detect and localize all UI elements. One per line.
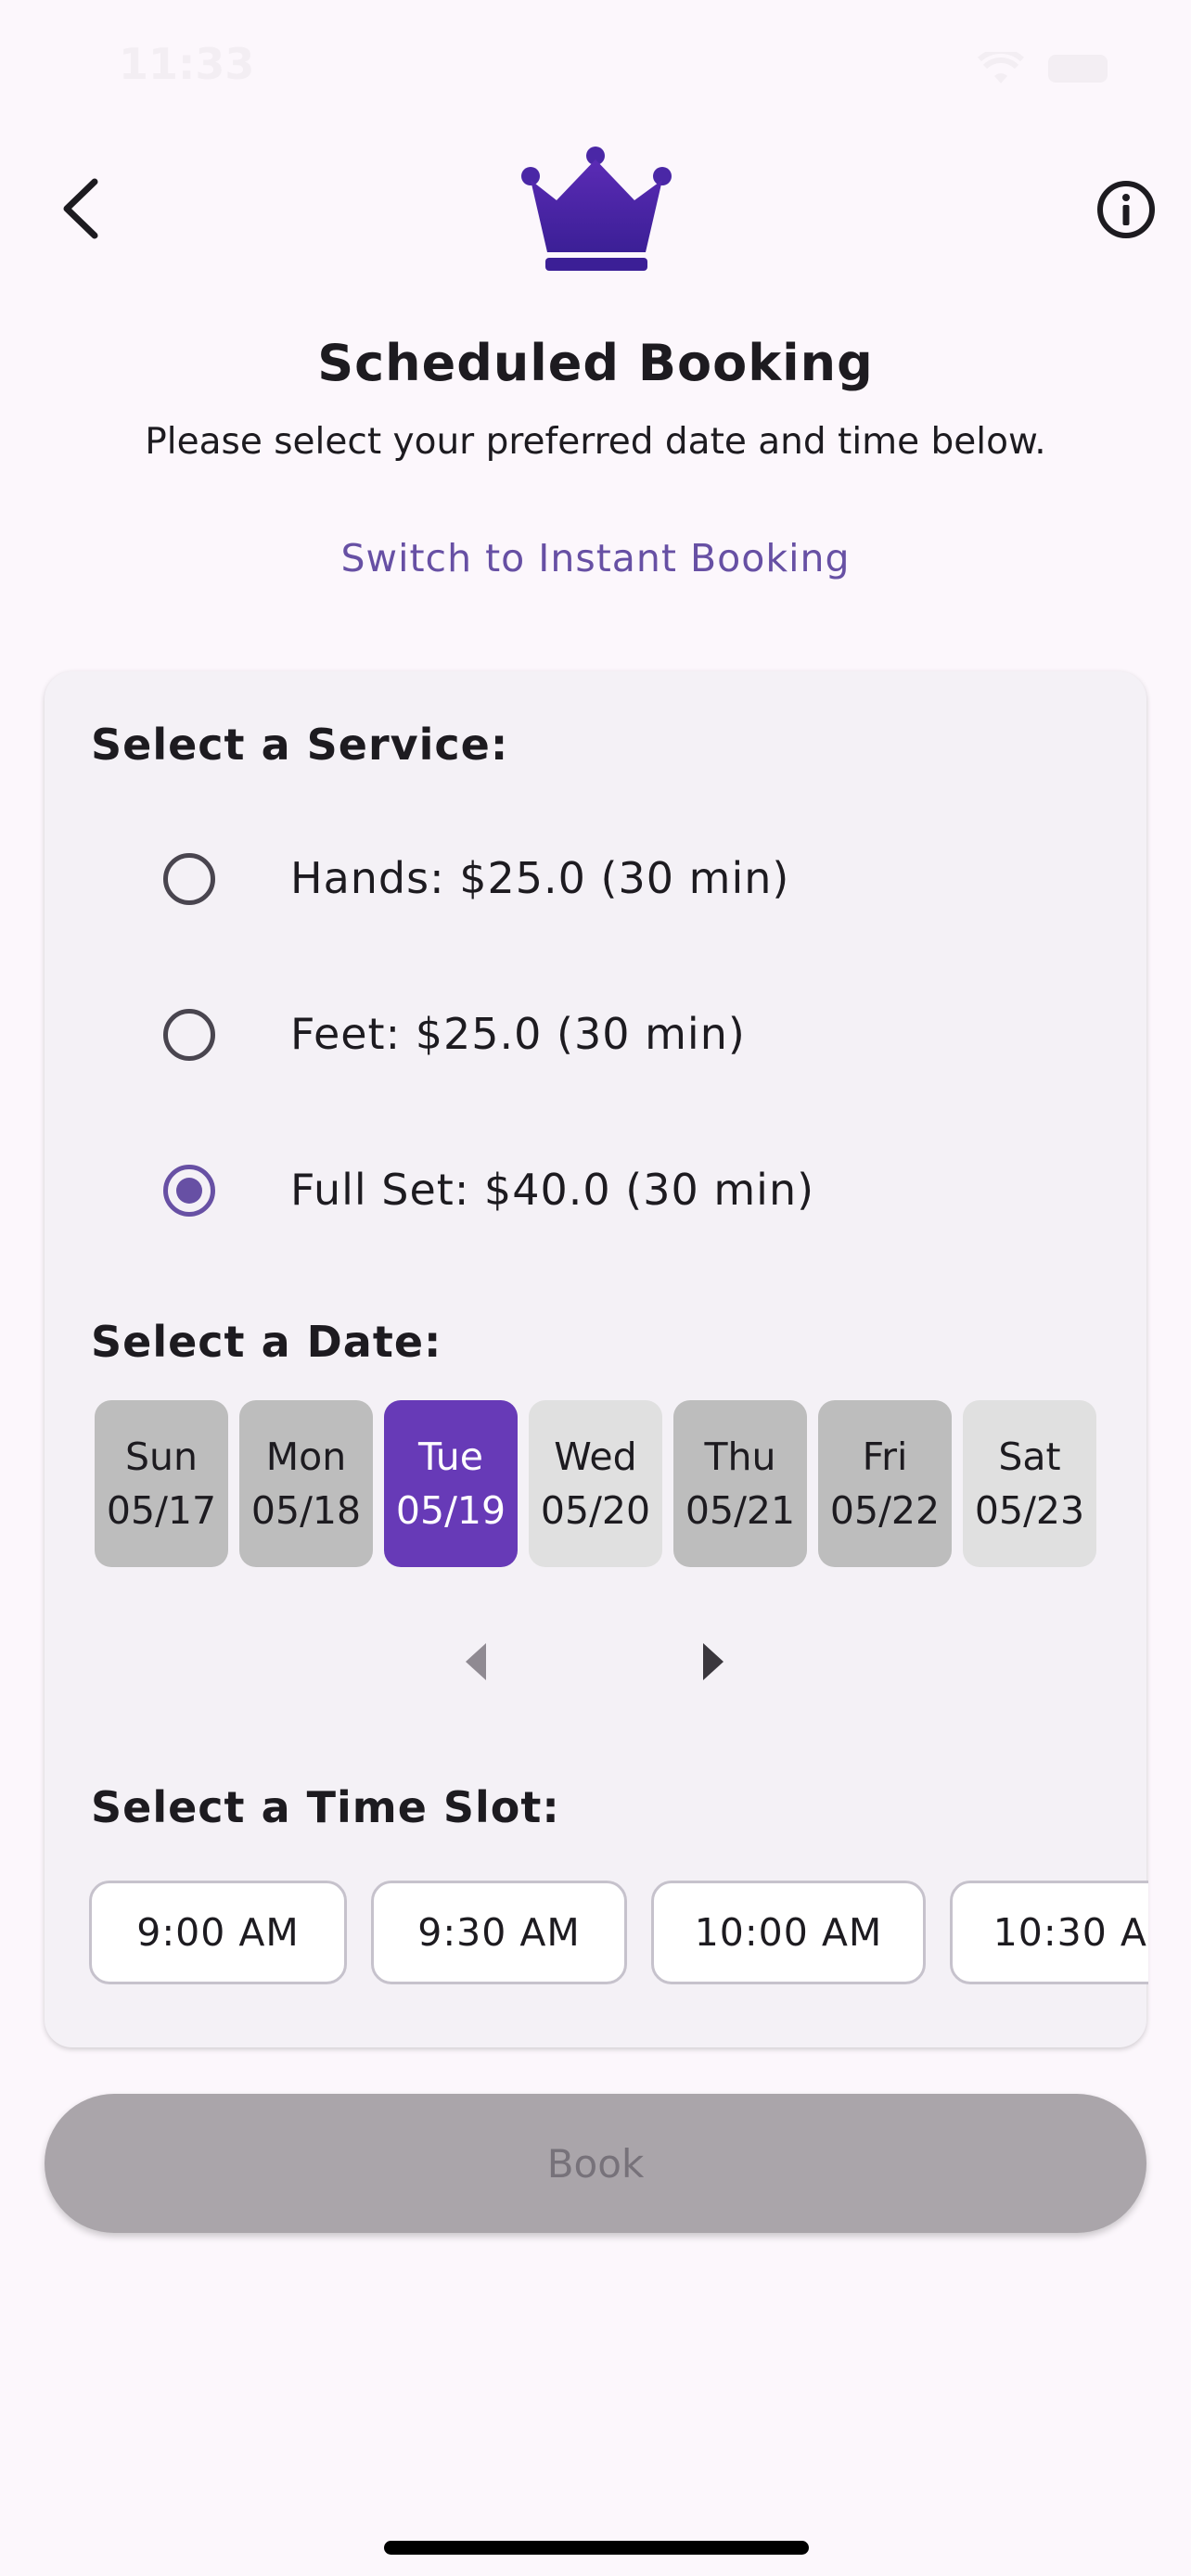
date-section-label: Select a Date:: [91, 1317, 442, 1367]
date-chip-sat[interactable]: Sat 05/23: [963, 1400, 1096, 1567]
service-option-full-set[interactable]: Full Set: $40.0 (30 min): [45, 1144, 1146, 1237]
date-chip-tue[interactable]: Tue 05/19: [384, 1400, 518, 1567]
date-chip-day: Thu: [704, 1435, 776, 1479]
date-chip-day: Sat: [998, 1435, 1061, 1479]
date-chip-date: 05/20: [540, 1488, 651, 1533]
crown-icon: [521, 147, 672, 271]
date-chip-mon[interactable]: Mon 05/18: [239, 1400, 373, 1567]
radio-button[interactable]: [163, 1009, 215, 1061]
service-option-label: Feet: $25.0 (30 min): [290, 1009, 746, 1059]
service-option-hands[interactable]: Hands: $25.0 (30 min): [45, 833, 1146, 925]
battery-icon: [1048, 55, 1108, 83]
time-slot-chip[interactable]: 9:00 AM: [89, 1881, 347, 1984]
booking-card: Select a Service: Hands: $25.0 (30 min) …: [45, 671, 1148, 2047]
screen: 11:33 Scheduled Booking Please select yo…: [0, 0, 1191, 2576]
service-section-label: Select a Service:: [91, 720, 509, 770]
time-slot-row: 9:00 AM 9:30 AM 10:00 AM 10:30 AM: [89, 1881, 1148, 1992]
service-option-label: Full Set: $40.0 (30 min): [290, 1165, 815, 1215]
date-chip-day: Tue: [417, 1435, 484, 1479]
date-chip-day: Sun: [125, 1435, 198, 1479]
back-arrow-icon[interactable]: [54, 174, 106, 243]
date-chip-sun[interactable]: Sun 05/17: [95, 1400, 228, 1567]
time-slot-chip[interactable]: 10:00 AM: [651, 1881, 926, 1984]
date-chip-date: 05/23: [974, 1488, 1085, 1533]
time-slot-chip[interactable]: 10:30 AM: [950, 1881, 1148, 1984]
service-option-label: Hands: $25.0 (30 min): [290, 853, 790, 903]
page-title: Scheduled Booking: [317, 334, 874, 392]
home-indicator[interactable]: [384, 2541, 809, 2555]
next-week-arrow-icon[interactable]: [699, 1641, 727, 1682]
date-picker-row: Sun 05/17 Mon 05/18 Tue 05/19 Wed 05/20 …: [95, 1400, 1096, 1567]
time-slot-chip[interactable]: 9:30 AM: [371, 1881, 627, 1984]
date-chip-date: 05/18: [250, 1488, 362, 1533]
date-chip-day: Mon: [265, 1435, 347, 1479]
date-chip-date: 05/21: [685, 1488, 796, 1533]
date-chip-thu[interactable]: Thu 05/21: [673, 1400, 807, 1567]
page-subtitle: Please select your preferred date and ti…: [145, 421, 1046, 463]
radio-button[interactable]: [163, 853, 215, 905]
info-icon[interactable]: [1096, 180, 1156, 239]
date-chip-wed[interactable]: Wed 05/20: [529, 1400, 662, 1567]
book-button[interactable]: Book: [45, 2094, 1146, 2233]
switch-booking-link[interactable]: Switch to Instant Booking: [0, 536, 1191, 580]
radio-button-selected[interactable]: [163, 1165, 215, 1217]
date-chip-day: Wed: [554, 1435, 637, 1479]
date-chip-date: 05/19: [395, 1488, 506, 1533]
date-chip-day: Fri: [862, 1435, 908, 1479]
status-time: 11:33: [119, 39, 255, 89]
date-chip-fri[interactable]: Fri 05/22: [818, 1400, 952, 1567]
date-chip-date: 05/22: [829, 1488, 941, 1533]
status-icons: [978, 52, 1108, 85]
time-section-label: Select a Time Slot:: [91, 1782, 560, 1832]
date-chip-date: 05/17: [106, 1488, 217, 1533]
wifi-icon: [978, 52, 1024, 83]
previous-week-arrow-icon[interactable]: [462, 1641, 490, 1682]
service-option-feet[interactable]: Feet: $25.0 (30 min): [45, 988, 1146, 1081]
